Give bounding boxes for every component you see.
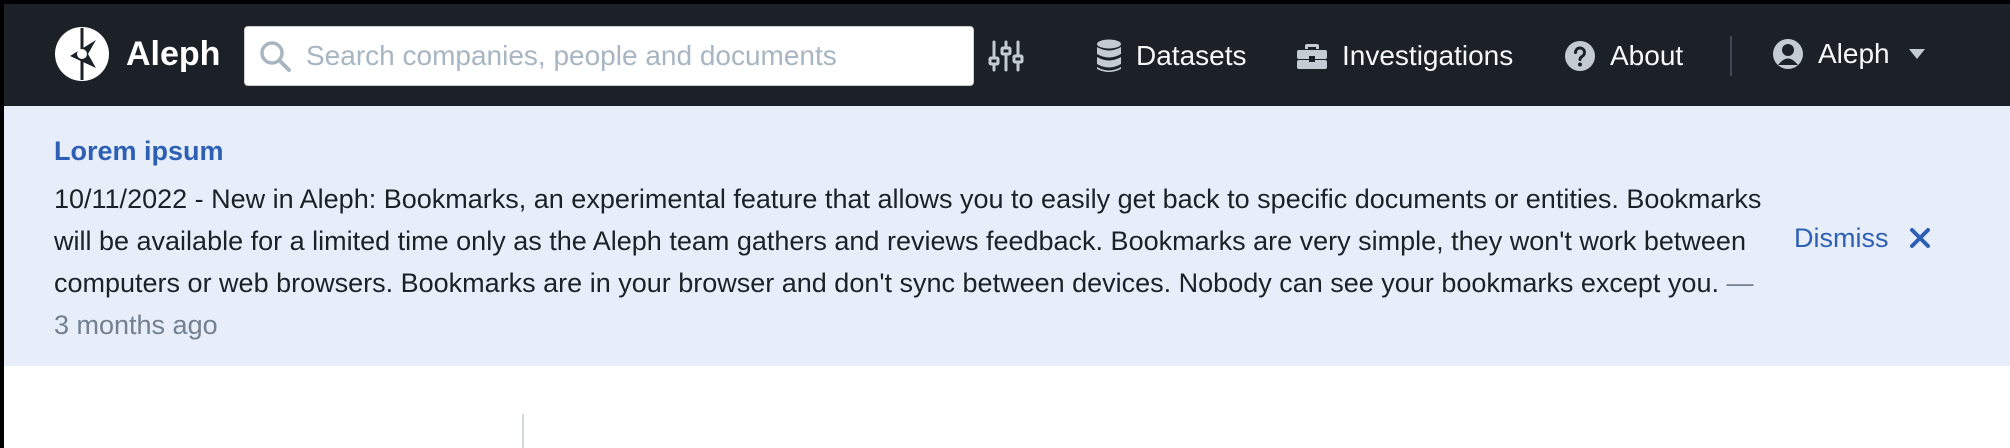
nav-investigations-label: Investigations	[1342, 40, 1514, 71]
brand-home-link[interactable]: Aleph	[54, 22, 220, 86]
nav-investigations[interactable]: Investigations	[1296, 34, 1513, 78]
help-icon	[1565, 41, 1595, 71]
content-divider	[522, 414, 524, 448]
brand-name: Aleph	[126, 34, 221, 73]
dismiss-button[interactable]: Dismiss	[1794, 218, 1931, 258]
announcement-banner: Lorem ipsum 10/11/2022 - New in Aleph: B…	[4, 106, 2010, 366]
banner-message: 10/11/2022 - New in Aleph: Bookmarks, an…	[54, 178, 1774, 346]
banner-text: 10/11/2022 - New in Aleph: Bookmarks, an…	[54, 184, 1762, 298]
nav-about[interactable]: About	[1564, 34, 1683, 78]
aleph-logo-icon	[55, 27, 109, 81]
search-icon	[260, 41, 291, 72]
nav-datasets[interactable]: Datasets	[1096, 34, 1247, 78]
user-icon	[1773, 39, 1803, 69]
user-menu-button[interactable]: Aleph	[1772, 32, 1940, 76]
search-filters-icon[interactable]	[988, 38, 1024, 74]
user-menu-label: Aleph	[1818, 38, 1890, 69]
navbar-divider	[1730, 36, 1732, 76]
nav-about-label: About	[1610, 40, 1684, 71]
search-box	[244, 26, 974, 86]
search-input[interactable]	[304, 39, 968, 73]
database-icon	[1097, 39, 1121, 72]
banner-title: Lorem ipsum	[54, 136, 224, 166]
close-icon	[1909, 228, 1930, 248]
navbar: Aleph Datasets	[4, 4, 2010, 106]
caret-down-icon	[1908, 49, 1925, 59]
dismiss-label: Dismiss	[1794, 222, 1889, 253]
nav-datasets-label: Datasets	[1136, 40, 1247, 71]
briefcase-icon	[1297, 44, 1327, 69]
